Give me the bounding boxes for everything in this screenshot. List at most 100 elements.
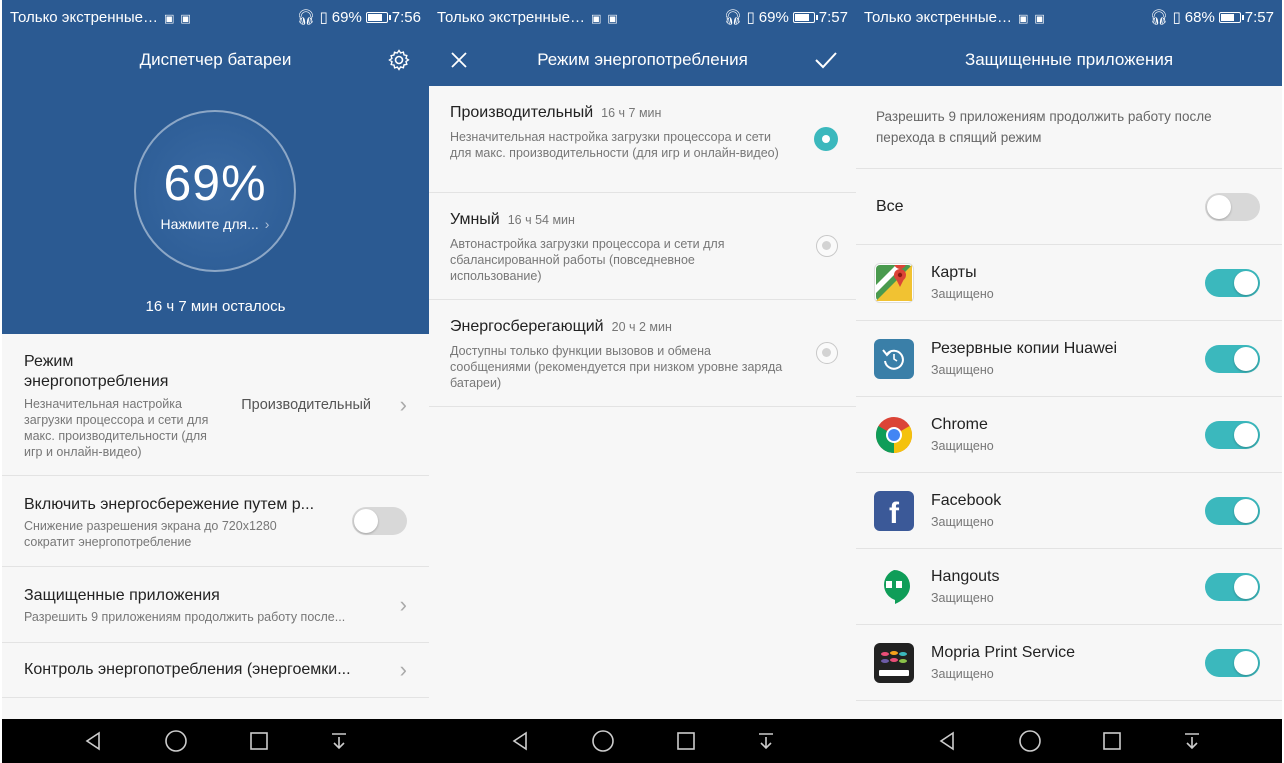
carrier-text: Только экстренные… <box>864 8 1012 26</box>
battery-percent-large: 69% <box>163 155 267 211</box>
close-icon[interactable] <box>433 34 485 86</box>
mode-option-performance[interactable]: Производительный 16 ч 7 мин Незначительна… <box>429 86 856 193</box>
chevron-right-icon: › <box>399 391 407 417</box>
chevron-right-icon: › <box>264 216 270 232</box>
app-row-facebook: f Facebook Защищено <box>856 473 1282 549</box>
status-bar: Только экстренные… ▣ ▣ 🎧︎ ▯ 69% 7:57 <box>429 0 856 34</box>
mode-time: 20 ч 2 мин <box>611 320 672 334</box>
battery-percent: 68% <box>1184 8 1215 26</box>
headphones-icon: 🎧︎ <box>1149 9 1169 26</box>
app-row-mopria: Mopria Print Service Защищено <box>856 625 1282 701</box>
notification-pulldown-icon[interactable] <box>329 731 349 751</box>
back-icon[interactable] <box>509 730 531 752</box>
mode-name: Умный <box>450 211 500 228</box>
backup-icon <box>874 339 914 379</box>
notification-icon: ▣ <box>163 12 175 25</box>
navigation-bar <box>856 719 1282 763</box>
chrome-icon <box>874 415 914 455</box>
navigation-bar <box>2 719 429 763</box>
battery-saver-icon: ▯ <box>1172 9 1181 26</box>
mode-desc: Автонастройка загрузки процессора и сети… <box>450 237 725 283</box>
mode-radio-performance[interactable] <box>814 127 838 151</box>
image-icon: ▣ <box>1034 12 1045 25</box>
app-toggle-facebook[interactable] <box>1205 496 1260 525</box>
app-row-maps: Карты Защищено <box>856 245 1282 321</box>
consumption-control-row[interactable]: Контроль энергопотребления (энергоемки..… <box>2 643 429 698</box>
clock: 7:57 <box>1244 8 1274 26</box>
mode-desc: Доступны только функции вызовов и обмена… <box>450 344 783 390</box>
power-mode-row[interactable]: Режим энергопотребления Незначительная н… <box>2 334 429 476</box>
facebook-icon: f <box>874 491 914 531</box>
app-toggle-maps[interactable] <box>1205 268 1260 297</box>
protected-apps-intro: Разрешить 9 приложениям продолжить работ… <box>856 86 1282 169</box>
notification-icon: ▣ <box>1017 12 1029 25</box>
notification-icon: ▣ <box>590 12 602 25</box>
battery-manager-screen: Только экстренные… ▣ ▣ 🎧︎ ▯ 69% 7:56 Диспе… <box>2 0 429 763</box>
home-icon[interactable] <box>591 729 615 753</box>
mode-option-smart[interactable]: Умный 16 ч 54 мин Автонастройка загрузки … <box>429 193 856 300</box>
clock: 7:57 <box>818 8 848 26</box>
check-icon[interactable] <box>800 34 852 86</box>
gear-icon[interactable] <box>373 34 425 86</box>
notification-pulldown-icon[interactable] <box>756 731 776 751</box>
recents-icon[interactable] <box>249 731 269 751</box>
consumption-control-title: Контроль энергопотребления (энергоемки..… <box>24 661 351 678</box>
mode-option-saver[interactable]: Энергосберегающий 20 ч 2 мин Доступны тол… <box>429 300 856 407</box>
app-toggle-huawei-backup[interactable] <box>1205 344 1260 373</box>
notification-pulldown-icon[interactable] <box>1182 731 1202 751</box>
battery-icon <box>1218 11 1244 23</box>
app-row-huawei-backup: Резервные копии Huawei Защищено <box>856 321 1282 397</box>
status-bar: Только экстренные… ▣ ▣ 🎧︎ ▯ 68% 7:57 <box>856 0 1282 34</box>
protected-apps-desc: Разрешить 9 приложениям продолжить работ… <box>24 610 346 624</box>
battery-saver-icon: ▯ <box>319 9 328 26</box>
all-apps-row: Все <box>856 169 1282 245</box>
resolution-saver-title: Включить энергосбережение путем р... <box>24 496 315 513</box>
tap-hint: Нажмите для... <box>160 216 259 232</box>
app-bar: Защищенные приложения <box>856 34 1282 86</box>
battery-ring[interactable]: 69% Нажмите для... › <box>134 110 296 272</box>
mode-radio-saver[interactable] <box>816 342 838 364</box>
app-toggle-mopria[interactable] <box>1205 648 1260 677</box>
mopria-icon <box>874 643 914 683</box>
navigation-bar <box>429 719 856 763</box>
back-icon[interactable] <box>936 730 958 752</box>
page-title: Защищенные приложения <box>964 50 1174 69</box>
app-toggle-hangouts[interactable] <box>1205 572 1260 601</box>
mode-time: 16 ч 54 мин <box>507 213 575 227</box>
app-bar: Режим энергопотребления <box>429 34 856 86</box>
home-icon[interactable] <box>1018 729 1042 753</box>
mode-desc: Незначительная настройка загрузки процес… <box>450 130 779 160</box>
all-apps-toggle[interactable] <box>1205 192 1260 221</box>
image-icon: ▣ <box>607 12 618 25</box>
battery-summary: 69% Нажмите для... › 16 ч 7 мин осталось <box>2 86 429 334</box>
chevron-right-icon: › <box>399 657 407 682</box>
mode-time: 16 ч 7 мин <box>601 106 662 120</box>
battery-percent: 69% <box>758 8 789 26</box>
recents-icon[interactable] <box>1102 731 1122 751</box>
power-mode-desc: Незначительная настройка загрузки процес… <box>24 397 209 459</box>
protected-apps-title: Защищенные приложения <box>24 587 220 604</box>
recents-icon[interactable] <box>676 731 696 751</box>
mode-name: Производительный <box>450 104 594 121</box>
headphones-icon: 🎧︎ <box>723 9 743 26</box>
mode-name: Энергосберегающий <box>450 318 604 335</box>
mode-radio-smart[interactable] <box>816 235 838 257</box>
headphones-icon: 🎧︎ <box>296 9 316 26</box>
carrier-text: Только экстренные… <box>437 8 585 26</box>
page-title: Диспетчер батареи <box>139 50 292 69</box>
clock: 7:56 <box>391 8 421 26</box>
home-icon[interactable] <box>164 729 188 753</box>
battery-icon <box>792 11 818 23</box>
page-title: Режим энергопотребления <box>537 50 748 69</box>
back-icon[interactable] <box>82 730 104 752</box>
resolution-saver-toggle[interactable] <box>352 507 407 535</box>
app-toggle-chrome[interactable] <box>1205 420 1260 449</box>
status-bar: Только экстренные… ▣ ▣ 🎧︎ ▯ 69% 7:56 <box>2 0 429 34</box>
battery-saver-icon: ▯ <box>746 9 755 26</box>
all-apps-label: Все <box>876 197 904 215</box>
image-icon: ▣ <box>180 12 191 25</box>
power-mode-title: Режим энергопотребления <box>24 353 169 390</box>
time-remaining: 16 ч 7 мин осталось <box>145 298 286 315</box>
resolution-saver-desc: Снижение разрешения экрана до 720x1280 с… <box>24 519 277 549</box>
protected-apps-row[interactable]: Защищенные приложения Разрешить 9 прилож… <box>2 567 429 643</box>
